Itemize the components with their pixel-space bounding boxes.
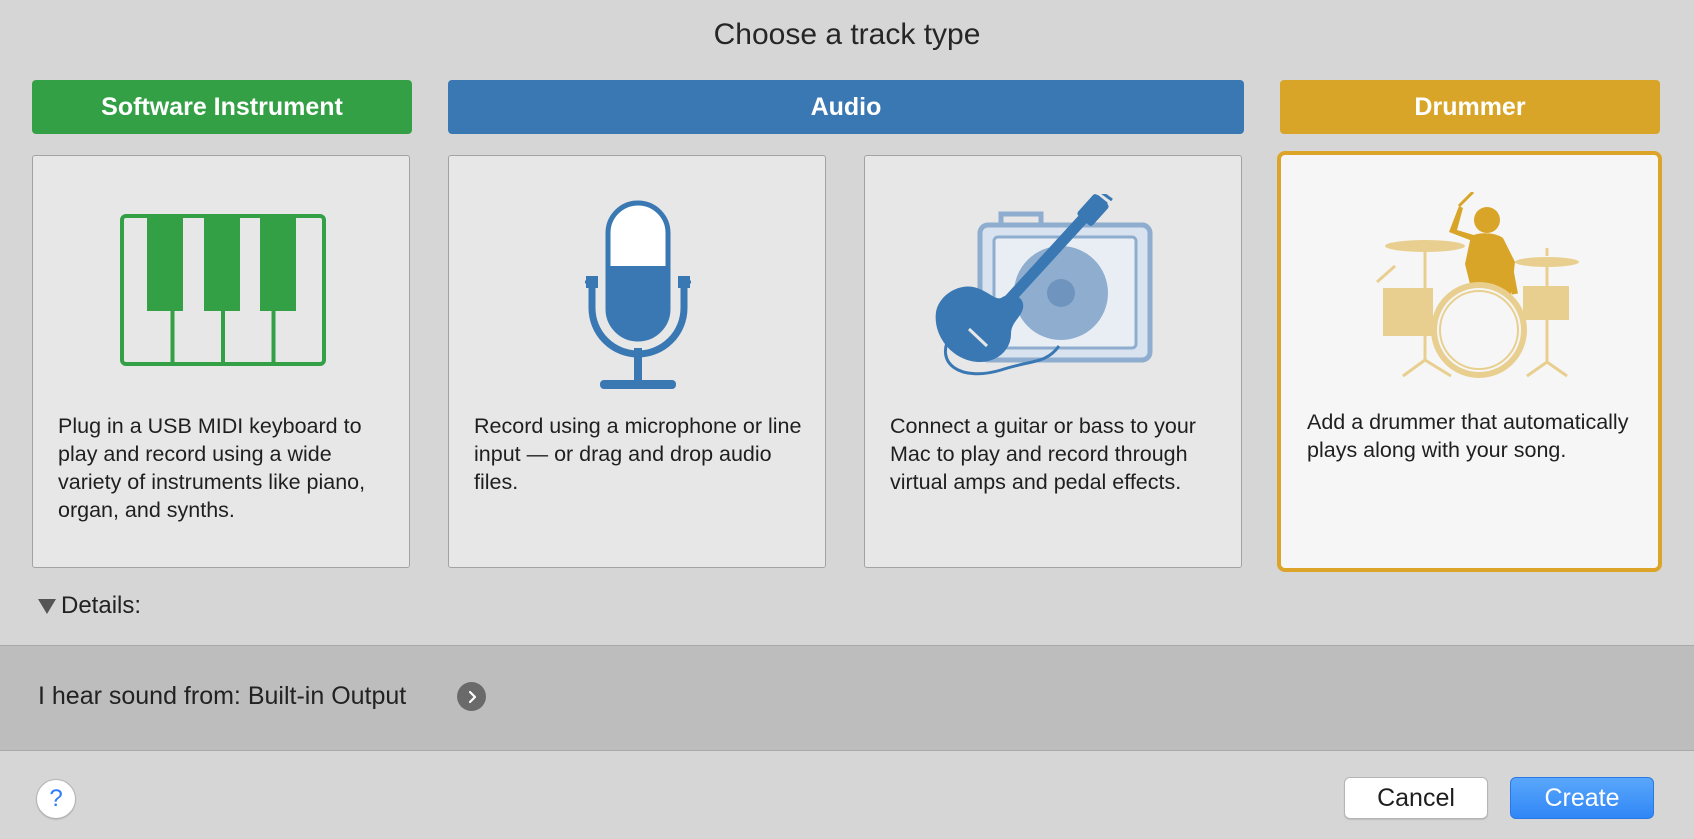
create-button[interactable]: Create <box>1510 777 1654 819</box>
dialog-title: Choose a track type <box>713 18 981 51</box>
card-description: Record using a microphone or line input … <box>474 414 802 494</box>
drummer-icon <box>1376 192 1579 378</box>
help-button[interactable]: ? <box>36 779 76 819</box>
output-arrow-button[interactable] <box>457 682 486 711</box>
guitar-amp-icon <box>935 194 1153 376</box>
track-card-guitar[interactable]: Connect a guitar or bass to your Mac to … <box>864 155 1242 568</box>
track-card-microphone[interactable]: Record using a microphone or line input … <box>448 155 826 568</box>
track-card-drummer[interactable]: Add a drummer that automatically plays a… <box>1277 151 1662 572</box>
track-card-software-instrument[interactable]: Plug in a USB MIDI keyboard to play and … <box>32 155 410 568</box>
card-description: Add a drummer that automatically plays a… <box>1307 410 1629 462</box>
details-disclosure[interactable]: Details: <box>38 592 141 620</box>
category-header-software-instrument: Software Instrument <box>32 80 412 134</box>
card-description: Connect a guitar or bass to your Mac to … <box>890 414 1196 494</box>
piano-keyboard-icon <box>120 214 326 366</box>
output-panel: I hear sound from: Built-in Output <box>0 645 1694 751</box>
category-header-drummer: Drummer <box>1280 80 1660 134</box>
category-header-audio: Audio <box>448 80 1244 134</box>
disclosure-triangle-icon[interactable] <box>38 598 56 614</box>
details-label: Details: <box>61 592 142 619</box>
chevron-right-icon <box>468 690 476 703</box>
output-device-label: I hear sound from: Built-in Output <box>38 682 407 710</box>
microphone-icon <box>585 200 691 389</box>
card-description: Plug in a USB MIDI keyboard to play and … <box>58 414 366 522</box>
cancel-button[interactable]: Cancel <box>1344 777 1488 819</box>
